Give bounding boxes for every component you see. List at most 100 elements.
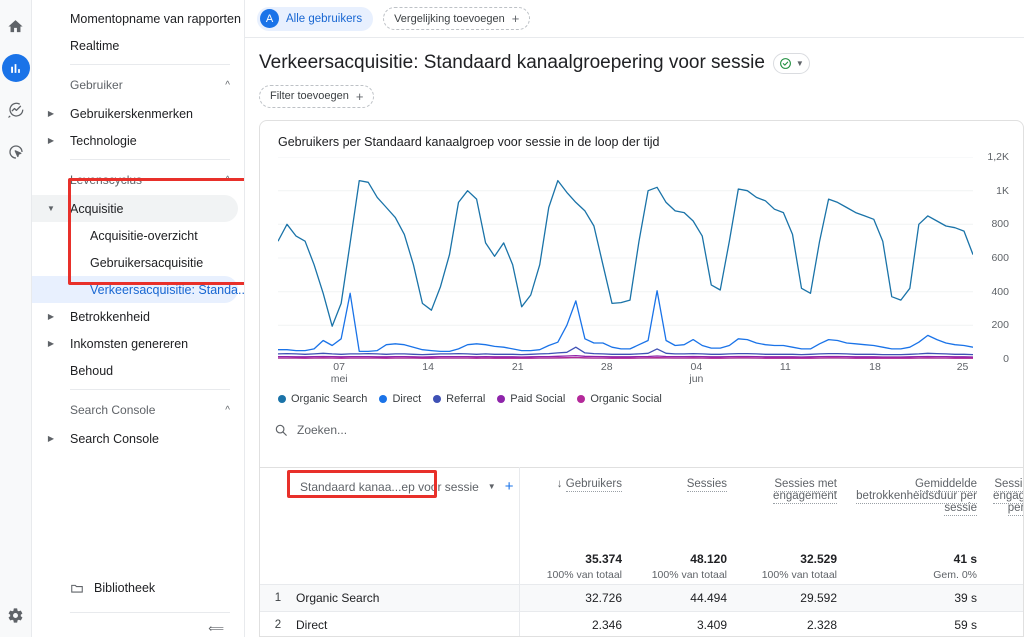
- sidebar-item-label: Momentopname van rapporten: [70, 12, 241, 26]
- sidebar-item-gebruikersacquisitie[interactable]: Gebruikersacquisitie: [32, 249, 244, 276]
- table-header-gebruikers[interactable]: ↓ Gebruikers: [519, 468, 634, 546]
- row-avg-engagement-time: 59 s: [849, 611, 989, 637]
- legend-label: Organic Search: [291, 393, 367, 405]
- table-header-dimension: Standaard kanaa...ep voor sessie ▼ +: [260, 468, 519, 546]
- totals-sub-users: 100% van totaal: [519, 566, 634, 584]
- legend-label: Organic Social: [590, 393, 662, 405]
- table-header-sessies-met-engagement-per-gebruiker[interactable]: Sessies met engagement per gebru: [989, 468, 1024, 546]
- y-axis-tick-label: 800: [991, 218, 1009, 230]
- chart-x-axis: 07mei14212804jun111825: [278, 361, 973, 389]
- legend-item[interactable]: Referral: [433, 393, 485, 405]
- time-series-chart: 02004006008001K1,2K 07mei14212804jun1118…: [278, 157, 1009, 389]
- row-sessions: 44.494: [634, 584, 739, 611]
- sidebar-item-label: Inkomsten genereren: [70, 337, 188, 351]
- totals-sub-engaged-sessions: 100% van totaal: [739, 566, 849, 584]
- reports-bar-chart-icon[interactable]: [2, 54, 30, 82]
- sidebar-item-acquisitie[interactable]: ▼ Acquisitie: [32, 195, 244, 222]
- legend-color-swatch: [497, 395, 505, 403]
- table-search[interactable]: Zoeken...: [274, 417, 1023, 443]
- table-row[interactable]: 1 Organic Search 32.726 44.494 29.592 39…: [260, 584, 1024, 611]
- totals-sub-sessions: 100% van totaal: [634, 566, 739, 584]
- icon-rail: [0, 0, 32, 637]
- divider: [70, 64, 230, 65]
- sidebar-item-realtime[interactable]: Realtime: [32, 32, 244, 59]
- x-axis-tick-label: 25: [957, 361, 969, 373]
- sidebar-item-inkomsten-genereren[interactable]: ▶ Inkomsten genereren: [32, 330, 244, 357]
- search-input[interactable]: Zoeken...: [297, 423, 347, 437]
- chart-legend: Organic Search Direct Referral Paid Social O…: [278, 393, 1023, 405]
- table-header-gemiddelde-betrokkenheidsduur[interactable]: Gemiddelde betrokkenheidsduur per sessie: [849, 468, 989, 546]
- totals-sub-engaged-per-user: Gem: [989, 566, 1024, 584]
- column-label: Gemiddelde betrokkenheidsduur per sessie: [856, 478, 977, 516]
- table-header-sessies[interactable]: Sessies: [634, 468, 739, 546]
- row-index: 1: [260, 592, 296, 604]
- legend-color-swatch: [278, 395, 286, 403]
- legend-item[interactable]: Paid Social: [497, 393, 565, 405]
- chevron-up-icon: ^: [225, 405, 230, 416]
- report-status-badge[interactable]: ▼: [773, 53, 810, 74]
- table-row[interactable]: 2 Direct 2.346 3.409 2.328 59 s 0: [260, 611, 1024, 637]
- sidebar-item-bibliotheek[interactable]: Bibliotheek: [32, 574, 244, 601]
- row-engaged-sessions: 2.328: [739, 611, 849, 637]
- row-name[interactable]: Organic Search: [296, 591, 379, 605]
- sidebar-item-reports-snapshot[interactable]: Momentopname van rapporten: [32, 5, 244, 32]
- data-table-wrapper: Standaard kanaa...ep voor sessie ▼ + ↓ G…: [260, 467, 1023, 636]
- sidebar-section-search-console[interactable]: Search Console ^: [32, 395, 244, 425]
- sidebar-item-betrokkenheid[interactable]: ▶ Betrokkenheid: [32, 303, 244, 330]
- legend-item[interactable]: Direct: [379, 393, 421, 405]
- table-row-totals: 35.374 48.120 32.529 41 s 0: [260, 546, 1024, 566]
- sidebar-item-behoud[interactable]: Behoud: [32, 357, 244, 384]
- page-header: Verkeersacquisitie: Standaard kanaalgroe…: [245, 38, 1024, 108]
- advertising-cursor-icon[interactable]: [2, 138, 30, 166]
- totals-engaged-sessions: 32.529: [739, 546, 849, 566]
- totals-avg-engagement-time: 41 s: [849, 546, 989, 566]
- sidebar-section-gebruiker[interactable]: Gebruiker ^: [32, 70, 244, 100]
- chart-title: Gebruikers per Standaard kanaalgroep voo…: [260, 121, 1023, 149]
- collapse-arrow-icon[interactable]: ⟸: [208, 622, 224, 635]
- plus-icon: +: [512, 12, 520, 25]
- row-users: 32.726: [519, 584, 634, 611]
- sidebar-item-search-console[interactable]: ▶ Search Console: [32, 425, 244, 452]
- settings-gear-icon[interactable]: [7, 607, 24, 629]
- x-axis-tick-label: 18: [869, 361, 881, 373]
- legend-item[interactable]: Organic Search: [278, 393, 367, 405]
- home-icon[interactable]: [2, 12, 30, 40]
- folder-icon: [70, 581, 84, 595]
- plus-icon: +: [356, 90, 364, 103]
- x-axis-tick-label: 21: [512, 361, 524, 373]
- row-name[interactable]: Direct: [296, 618, 327, 632]
- top-bar: A Alle gebruikers Vergelijking toevoegen…: [245, 0, 1024, 38]
- dimension-select-label[interactable]: Standaard kanaa...ep voor sessie: [300, 480, 479, 494]
- sidebar-section-levenscyclus[interactable]: Levenscyclus ^: [32, 165, 244, 195]
- row-dimension-cell: 2 Direct: [260, 611, 519, 637]
- sidebar-item-label: Bibliotheek: [94, 581, 155, 595]
- chevron-right-icon: ▶: [32, 127, 70, 154]
- table-header-sessies-met-engagement[interactable]: Sessies met engagement: [739, 468, 849, 546]
- add-dimension-button[interactable]: +: [505, 478, 514, 495]
- chevron-right-icon: ▶: [32, 303, 70, 330]
- x-axis-tick-label: 28: [601, 361, 613, 373]
- y-axis-tick-label: 1,2K: [987, 151, 1009, 163]
- filter-row: Filter toevoegen +: [259, 85, 1024, 108]
- sidebar-item-verkeersacquisitie[interactable]: Verkeersacquisitie: Standa...: [32, 276, 244, 303]
- legend-label: Direct: [392, 393, 421, 405]
- explore-icon[interactable]: [2, 96, 30, 124]
- analytics-page: Momentopname van rapporten Realtime Gebr…: [0, 0, 1024, 637]
- y-axis-tick-label: 200: [991, 319, 1009, 331]
- page-title: Verkeersacquisitie: Standaard kanaalgroe…: [259, 52, 1024, 75]
- audience-chip-all-users[interactable]: A Alle gebruikers: [257, 7, 373, 31]
- row-engaged-per-user: 0: [989, 611, 1024, 637]
- legend-item[interactable]: Organic Social: [577, 393, 662, 405]
- sidebar-item-label: Verkeersacquisitie: Standa...: [90, 283, 245, 297]
- audience-chip-label: Alle gebruikers: [286, 13, 362, 25]
- check-circle-icon: [779, 57, 792, 70]
- chevron-up-icon: ^: [225, 80, 230, 91]
- row-index: 2: [260, 619, 296, 631]
- legend-label: Referral: [446, 393, 485, 405]
- sidebar-item-acquisitie-overzicht[interactable]: Acquisitie-overzicht: [32, 222, 244, 249]
- add-filter-button[interactable]: Filter toevoegen +: [259, 85, 374, 108]
- chevron-down-icon[interactable]: ▼: [488, 482, 496, 491]
- sidebar-item-gebruikerskenmerken[interactable]: ▶ Gebruikerskenmerken: [32, 100, 244, 127]
- sidebar-item-technologie[interactable]: ▶ Technologie: [32, 127, 244, 154]
- add-comparison-button[interactable]: Vergelijking toevoegen +: [383, 7, 530, 30]
